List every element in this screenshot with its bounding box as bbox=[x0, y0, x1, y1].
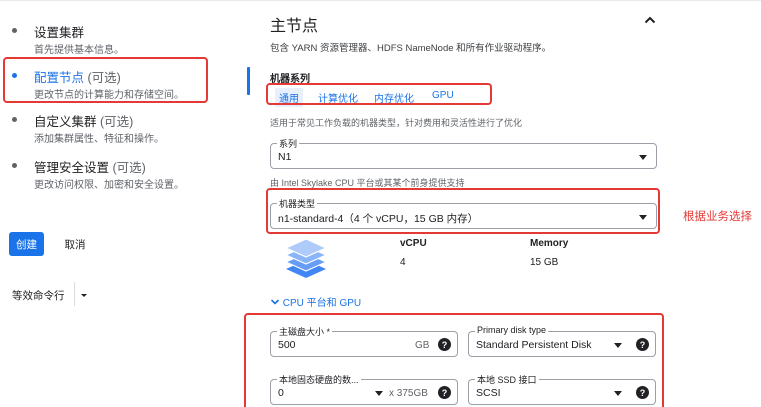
active-step-indicator bbox=[247, 67, 250, 95]
local-ssd-interface-select[interactable]: 本地 SSD 接口 SCSI ? bbox=[468, 373, 656, 405]
disk-size-unit: GB bbox=[415, 340, 430, 351]
tab-gpu[interactable]: GPU bbox=[432, 90, 454, 101]
step-subtitle: 添加集群属性、特征和操作。 bbox=[34, 134, 164, 145]
annotation-text: 根据业务选择 bbox=[683, 211, 752, 223]
create-button[interactable]: 创建 bbox=[9, 232, 44, 256]
dropdown-arrow-icon bbox=[614, 343, 622, 348]
step-bullet bbox=[12, 73, 17, 78]
section-description: 包含 YARN 资源管理器、HDFS NameNode 和所有作业驱动程序。 bbox=[270, 43, 552, 54]
tab-general[interactable]: 通用 bbox=[275, 88, 303, 107]
disk-size-value: 500 bbox=[278, 339, 296, 351]
disk-type-select[interactable]: Primary disk type Standard Persistent Di… bbox=[468, 325, 656, 357]
step-subtitle: 更改访问权限、加密和安全设置。 bbox=[34, 180, 184, 191]
machine-type-value: n1-standard-4（4 个 vCPU，15 GB 内存） bbox=[278, 213, 479, 225]
step-bullet bbox=[12, 117, 17, 122]
chevron-down-icon[interactable] bbox=[78, 288, 90, 300]
step-title: 配置节点 (可选) bbox=[34, 71, 121, 85]
machine-type-select[interactable]: 机器类型 n1-standard-4（4 个 vCPU，15 GB 内存） bbox=[270, 197, 657, 229]
equivalent-command-line-button[interactable]: 等效命令行 bbox=[12, 288, 65, 303]
stepper: 设置集群 首先提供基本信息。 配置节点 (可选) 更改节点的计算能力和存储空间。… bbox=[0, 0, 248, 407]
machine-family-note: 适用于常见工作负载的机器类型，针对费用和灵活性进行了优化 bbox=[270, 118, 523, 128]
help-icon[interactable]: ? bbox=[438, 338, 451, 351]
series-note: 由 Intel Skylake CPU 平台或其某个前身提供支持 bbox=[270, 178, 465, 188]
series-select[interactable]: 系列 N1 bbox=[270, 137, 657, 169]
disk-size-input[interactable]: 主磁盘大小 * 500 GB ? bbox=[270, 325, 458, 357]
node-config-panel: 主节点 包含 YARN 资源管理器、HDFS NameNode 和所有作业驱动程… bbox=[244, 0, 761, 407]
page: 设置集群 首先提供基本信息。 配置节点 (可选) 更改节点的计算能力和存储空间。… bbox=[0, 0, 761, 407]
series-label: 系列 bbox=[277, 137, 300, 150]
chevron-down-icon bbox=[270, 299, 280, 305]
step-subtitle: 更改节点的计算能力和存储空间。 bbox=[34, 90, 184, 101]
cpu-platform-link-label: CPU 平台和 GPU bbox=[282, 298, 362, 309]
step-bullet bbox=[12, 28, 17, 33]
vcpu-value: 4 bbox=[400, 257, 406, 268]
dropdown-arrow-icon bbox=[375, 391, 383, 396]
step-subtitle: 首先提供基本信息。 bbox=[34, 45, 124, 56]
local-ssd-unit: x 375GB bbox=[389, 388, 428, 399]
step-title: 管理安全设置 (可选) bbox=[34, 161, 146, 175]
machine-type-label: 机器类型 bbox=[277, 197, 318, 210]
step-title: 自定义集群 (可选) bbox=[34, 115, 134, 129]
disk-size-label: 主磁盘大小 * bbox=[277, 325, 333, 338]
step-title: 设置集群 bbox=[34, 26, 85, 40]
cpu-platform-gpu-toggle[interactable]: CPU 平台和 GPU bbox=[270, 294, 361, 309]
local-ssd-interface-value: SCSI bbox=[476, 387, 501, 399]
local-ssd-interface-label: 本地 SSD 接口 bbox=[475, 373, 539, 386]
step-bullet bbox=[12, 163, 17, 168]
machine-family-label: 机器系列 bbox=[270, 74, 310, 85]
memory-value: 15 GB bbox=[530, 257, 559, 268]
dropdown-arrow-icon bbox=[614, 391, 622, 396]
memory-header: Memory bbox=[530, 238, 569, 249]
tab-compute-optimized[interactable]: 计算优化 bbox=[318, 90, 358, 105]
help-icon[interactable]: ? bbox=[438, 386, 451, 399]
chevron-up-icon[interactable] bbox=[642, 12, 658, 28]
section-title: 主节点 bbox=[270, 18, 319, 35]
help-icon[interactable]: ? bbox=[636, 338, 649, 351]
help-icon[interactable]: ? bbox=[636, 386, 649, 399]
divider bbox=[74, 282, 75, 306]
dropdown-arrow-icon bbox=[639, 155, 647, 160]
local-ssd-count-label: 本地固态硬盘的数... bbox=[277, 373, 361, 386]
vcpu-header: vCPU bbox=[400, 238, 427, 249]
series-value: N1 bbox=[278, 151, 292, 163]
tab-memory-optimized[interactable]: 内存优化 bbox=[374, 90, 414, 105]
local-ssd-count-select[interactable]: 本地固态硬盘的数... 0 x 375GB ? bbox=[270, 373, 458, 405]
cancel-button[interactable]: 取消 bbox=[58, 232, 92, 256]
disk-type-label: Primary disk type bbox=[475, 325, 549, 335]
machine-stack-icon bbox=[284, 236, 328, 284]
disk-type-value: Standard Persistent Disk bbox=[476, 339, 592, 351]
local-ssd-count-value: 0 bbox=[278, 387, 284, 399]
dropdown-arrow-icon bbox=[639, 215, 647, 220]
